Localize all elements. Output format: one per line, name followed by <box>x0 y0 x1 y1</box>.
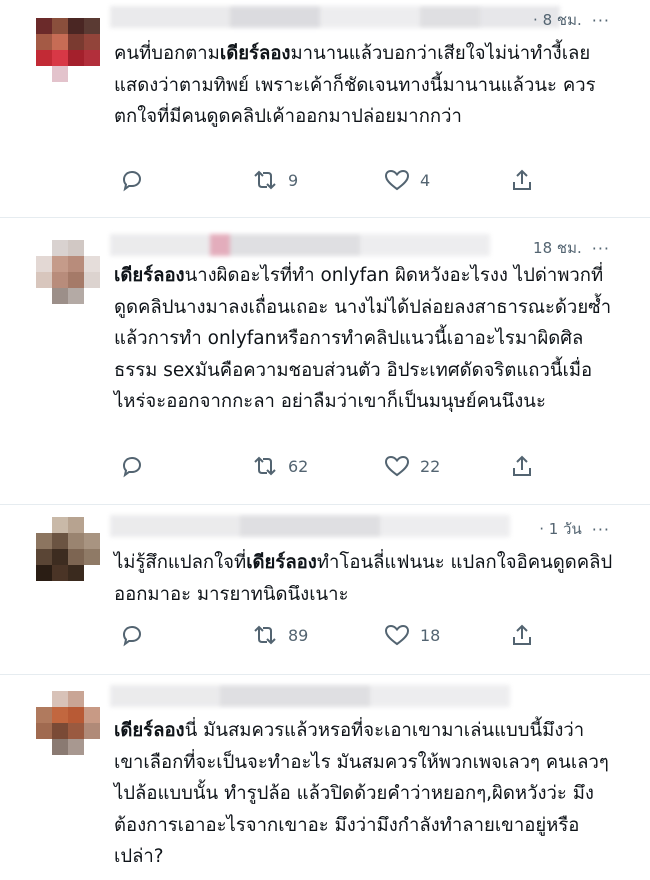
share-button[interactable] <box>510 168 534 192</box>
tweet-actions: 9 4 <box>120 168 540 198</box>
retweet-count: 62 <box>288 456 309 476</box>
like-icon <box>384 455 410 477</box>
blurred-username <box>110 683 510 709</box>
retweet-count: 9 <box>288 170 299 190</box>
retweet-button[interactable]: 9 <box>252 168 298 192</box>
text-segment: คนที่บอกตาม <box>114 43 220 64</box>
avatar[interactable] <box>36 517 100 581</box>
retweet-button[interactable]: 89 <box>252 623 308 647</box>
like-button[interactable]: 22 <box>384 454 440 478</box>
share-icon <box>513 624 531 645</box>
text-segment: นี่ มันสมควรแล้วหรอที่จะเอาเขามาเล่นแบบน… <box>114 720 609 867</box>
timestamp[interactable]: · 8 ชม. <box>533 8 582 32</box>
retweet-icon <box>254 625 276 645</box>
reply-icon <box>122 456 142 478</box>
more-options-icon[interactable]: ··· <box>592 520 610 539</box>
text-segment: นางผิดอะไรที่ทำ onlyfan ผิดหวังอะไรงง ไป… <box>114 265 612 412</box>
tweet-actions: 89 18 <box>120 623 540 653</box>
like-button[interactable]: 4 <box>384 168 430 192</box>
reply-icon <box>122 170 142 192</box>
tweet-text: คนที่บอกตามเดียร์ลองมานานแล้วบอกว่าเสียใ… <box>114 38 619 133</box>
blurred-username <box>110 232 490 258</box>
tweet[interactable]: 18 ชม. ··· เดียร์ลองนางผิดอะไรที่ทำ only… <box>0 218 650 505</box>
tweet-text: ไม่รู้สึกแปลกใจที่เดียร์ลองทำโอนลี่แฟนนะ… <box>114 547 619 610</box>
like-count: 18 <box>420 625 441 645</box>
text-segment: ไม่รู้สึกแปลกใจที่ <box>114 552 247 573</box>
reply-icon <box>122 625 142 647</box>
tweet-actions: 62 22 <box>120 454 540 484</box>
retweet-icon <box>254 456 276 476</box>
timestamp[interactable]: 18 ชม. <box>533 236 582 260</box>
blurred-username <box>110 513 510 539</box>
avatar[interactable] <box>36 691 100 755</box>
share-button[interactable] <box>510 623 534 647</box>
reply-button[interactable] <box>120 454 144 478</box>
tweet-text: เดียร์ลองนางผิดอะไรที่ทำ onlyfan ผิดหวัง… <box>114 260 619 418</box>
retweet-icon <box>254 170 276 190</box>
text-segment-bold: เดียร์ลอง <box>114 720 185 741</box>
retweet-count: 89 <box>288 625 309 645</box>
like-button[interactable]: 18 <box>384 623 440 647</box>
tweet-meta: · 8 ชม. ··· <box>533 8 610 32</box>
more-options-icon[interactable]: ··· <box>592 239 610 258</box>
tweet[interactable]: เดียร์ลองนี่ มันสมควรแล้วหรอที่จะเอาเขาม… <box>0 675 650 880</box>
timestamp[interactable]: · 1 วัน <box>539 517 582 541</box>
share-button[interactable] <box>510 454 534 478</box>
like-count: 22 <box>420 456 441 476</box>
text-segment-bold: เดียร์ลอง <box>246 552 317 573</box>
avatar[interactable] <box>36 18 100 82</box>
tweet-meta: · 1 วัน ··· <box>539 517 610 541</box>
like-count: 4 <box>420 170 431 190</box>
tweet-text: เดียร์ลองนี่ มันสมควรแล้วหรอที่จะเอาเขาม… <box>114 715 619 873</box>
tweet[interactable]: · 8 ชม. ··· คนที่บอกตามเดียร์ลองมานานแล้… <box>0 0 650 218</box>
reply-button[interactable] <box>120 623 144 647</box>
blurred-username <box>110 4 560 30</box>
more-options-icon[interactable]: ··· <box>592 11 610 30</box>
like-icon <box>384 624 410 646</box>
share-icon <box>513 169 531 190</box>
tweet-meta: 18 ชม. ··· <box>533 236 610 260</box>
share-icon <box>513 455 531 476</box>
like-icon <box>384 169 410 191</box>
reply-button[interactable] <box>120 168 144 192</box>
text-segment-bold: เดียร์ลอง <box>219 43 291 64</box>
tweet[interactable]: · 1 วัน ··· ไม่รู้สึกแปลกใจที่เดียร์ลองท… <box>0 505 650 675</box>
avatar[interactable] <box>36 240 100 304</box>
text-segment-bold: เดียร์ลอง <box>114 265 185 286</box>
retweet-button[interactable]: 62 <box>252 454 308 478</box>
